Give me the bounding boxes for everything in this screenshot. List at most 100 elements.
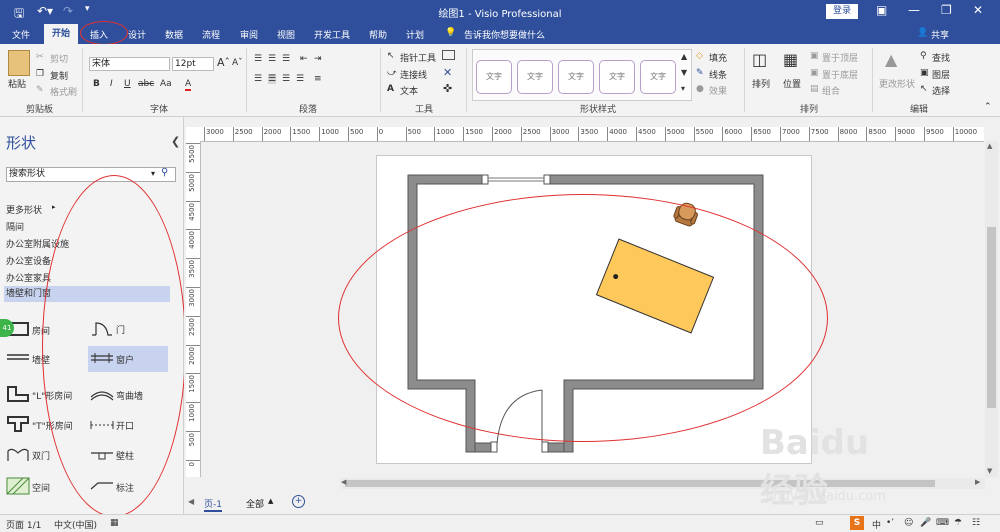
format-painter-icon[interactable]: ✎ [36, 85, 44, 95]
stencil-category-cubicles[interactable]: 隔间 [6, 220, 24, 233]
align-left-icon[interactable]: ☰ [254, 74, 262, 84]
ime-punctuation-icon[interactable]: •’ [886, 518, 894, 528]
tab-view[interactable]: 视图 [277, 28, 295, 41]
ime-settings-icon[interactable]: ☷ [972, 518, 980, 528]
door-wall-left[interactable] [474, 442, 492, 453]
search-icon[interactable]: ⚲ [161, 167, 168, 178]
all-pages-tab[interactable]: 全部 [246, 497, 264, 510]
align-right-icon[interactable]: ☰ [282, 74, 290, 84]
fill-button[interactable]: 填充 [709, 51, 727, 64]
collapse-ribbon-icon[interactable]: ⌃ [984, 102, 992, 112]
connection-point-icon[interactable]: ✜ [443, 82, 452, 95]
wall-shape-icon[interactable] [6, 349, 30, 365]
tab-help[interactable]: 帮助 [369, 28, 387, 41]
paste-button[interactable]: 粘贴 [8, 77, 26, 90]
effects-button[interactable]: 效果 [709, 84, 727, 97]
layers-icon[interactable]: ▣ [920, 68, 929, 78]
window-shape[interactable] [481, 174, 551, 185]
paste-icon[interactable] [8, 50, 30, 76]
scroll-right-icon[interactable]: ▶ [975, 478, 980, 486]
style-option-1[interactable]: 文字 [476, 60, 512, 94]
connector-button[interactable]: 连接线 [400, 68, 427, 81]
font-name-select[interactable]: 宋体 [89, 57, 170, 71]
rectangle-tool-icon[interactable] [442, 50, 455, 60]
gallery-more-icon[interactable]: ▾ [681, 84, 685, 93]
tab-data[interactable]: 数据 [165, 28, 183, 41]
text-tool-icon[interactable]: A [387, 84, 394, 94]
scroll-down-icon[interactable]: ▼ [987, 467, 992, 475]
restore-icon[interactable]: ❐ [941, 3, 952, 17]
cut-icon[interactable]: ✂ [36, 52, 44, 62]
decrease-indent-icon[interactable]: ⇤ [300, 54, 308, 64]
share-icon[interactable]: 👤 [917, 28, 928, 38]
change-shape-button[interactable]: 更改形状 [879, 77, 915, 90]
select-button[interactable]: 选择 [932, 84, 950, 97]
line-button[interactable]: 线条 [709, 68, 727, 81]
tab-developer[interactable]: 开发工具 [314, 28, 350, 41]
presentation-mode-icon[interactable]: ▭ [815, 518, 824, 528]
align-shapes-button[interactable]: 排列 [752, 77, 770, 90]
tab-file[interactable]: 文件 [12, 28, 30, 41]
send-back-icon[interactable]: ▣ [810, 68, 819, 78]
double-door-shape-icon[interactable] [6, 445, 30, 463]
align-bottom-icon[interactable]: ☰ [282, 54, 290, 64]
stencil-space[interactable]: 空间 [32, 481, 50, 494]
status-language[interactable]: 中文(中国) [54, 518, 97, 531]
login-button[interactable]: 登录 [826, 4, 858, 19]
send-back-button[interactable]: 置于底层 [822, 68, 858, 81]
door-jamb-right[interactable] [541, 441, 549, 453]
cut-button[interactable]: 剪切 [50, 52, 68, 65]
delete-x-icon[interactable]: ✕ [443, 66, 452, 79]
more-shapes-link[interactable]: 更多形状 [6, 203, 42, 216]
style-option-2[interactable]: 文字 [517, 60, 553, 94]
tab-review[interactable]: 审阅 [240, 28, 258, 41]
vertical-scroll-thumb[interactable] [987, 227, 996, 408]
ime-mode-icon[interactable]: 中 [872, 518, 881, 531]
l-room-shape-icon[interactable] [6, 385, 30, 403]
font-color-button[interactable]: A [185, 79, 192, 91]
all-pages-dropdown-icon[interactable]: ▲ [268, 497, 273, 505]
find-button[interactable]: 查找 [932, 51, 950, 64]
select-icon[interactable]: ↖ [920, 84, 928, 94]
group-icon[interactable]: ▤ [810, 84, 819, 94]
underline-button[interactable]: U [124, 79, 131, 89]
t-room-shape-icon[interactable] [6, 415, 30, 433]
align-top-icon[interactable]: ☰ [254, 54, 262, 64]
tab-home[interactable]: 开始 [44, 24, 79, 44]
tab-plan[interactable]: 计划 [406, 28, 424, 41]
collapse-panel-icon[interactable]: ❮ [171, 135, 180, 148]
stencil-category-office-equipment[interactable]: 办公室设备 [6, 254, 51, 267]
add-page-button[interactable]: + [292, 495, 305, 508]
ime-keyboard-icon[interactable]: ⌨ [936, 518, 949, 528]
door-wall-right[interactable] [547, 442, 565, 453]
ime-voice-icon[interactable]: 🎤 [920, 518, 931, 528]
connector-icon[interactable]: ⤻ [387, 68, 397, 78]
change-shape-icon[interactable]: ▲ [885, 50, 897, 69]
change-case-button[interactable]: Aa [160, 79, 172, 89]
effects-icon[interactable]: ● [696, 84, 704, 94]
tab-process[interactable]: 流程 [202, 28, 220, 41]
tell-me-input[interactable]: 告诉我你想要做什么 [464, 28, 545, 41]
space-shape-icon[interactable] [6, 477, 30, 495]
text-tool-button[interactable]: 文本 [400, 84, 418, 97]
gallery-scroll-up-icon[interactable]: ▲ [681, 52, 687, 61]
style-option-4[interactable]: 文字 [599, 60, 635, 94]
pointer-tool-button[interactable]: 指针工具 [400, 51, 436, 64]
grow-font-icon[interactable]: Aˆ [217, 56, 230, 69]
fill-icon[interactable]: ◇ [696, 51, 703, 61]
prev-page-icon[interactable]: ◀ [188, 497, 194, 506]
scroll-up-icon[interactable]: ▲ [987, 142, 992, 150]
stencil-double-door[interactable]: 双门 [32, 449, 50, 462]
door-jamb-left[interactable] [490, 441, 498, 453]
shrink-font-icon[interactable]: Aˇ [232, 58, 243, 68]
copy-button[interactable]: 复制 [50, 69, 68, 82]
line-icon[interactable]: ✎ [696, 68, 704, 78]
status-page[interactable]: 页面 1/1 [6, 518, 41, 531]
bullets-icon[interactable]: ≡ [314, 74, 322, 84]
bring-front-button[interactable]: 置于顶层 [822, 51, 858, 64]
bring-front-icon[interactable]: ▣ [810, 51, 819, 61]
search-dropdown-icon[interactable]: ▾ [151, 169, 155, 178]
position-icon[interactable]: ▦ [783, 50, 798, 69]
justify-icon[interactable]: ☰ [296, 74, 304, 84]
page-tab-1[interactable]: 页-1 [204, 497, 222, 512]
